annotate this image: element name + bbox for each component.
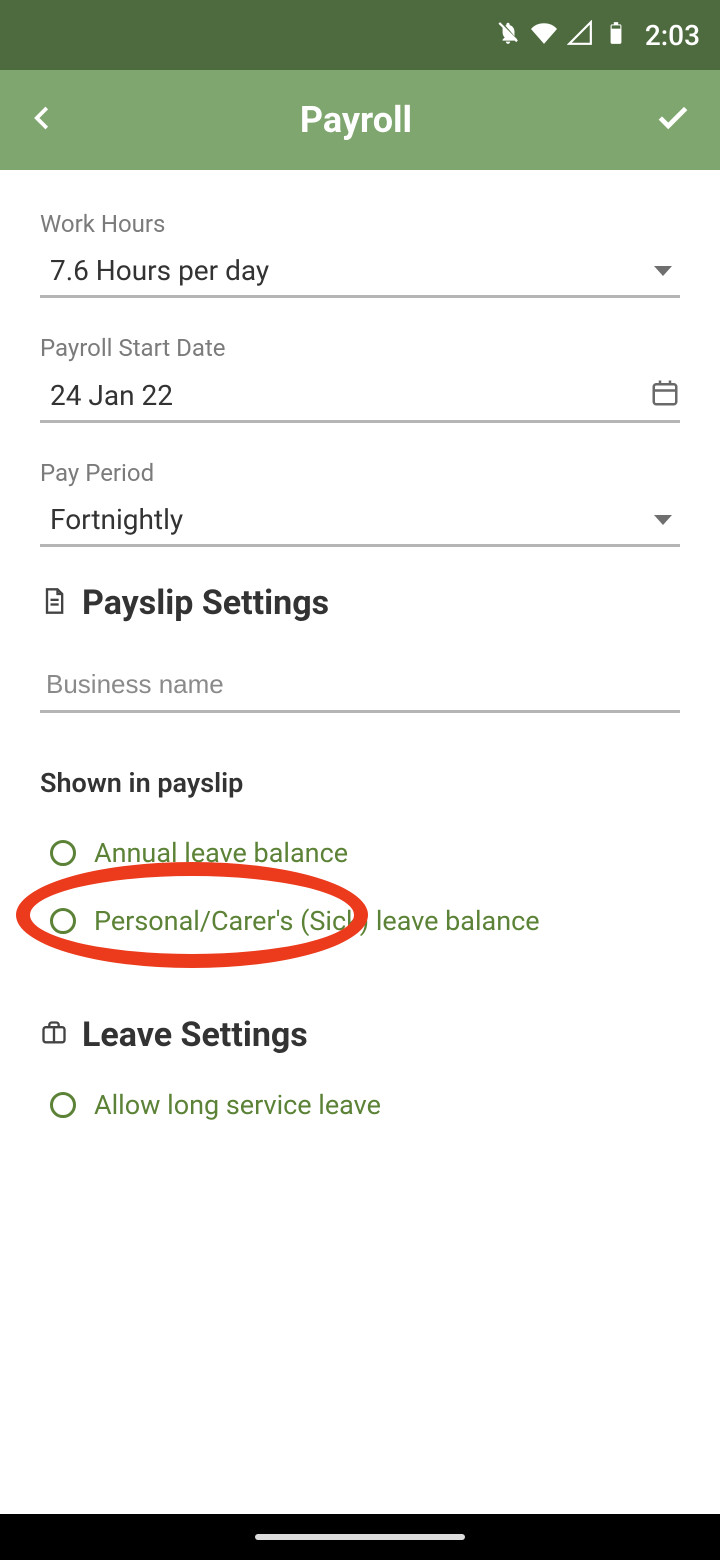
wifi-icon xyxy=(531,20,557,50)
payroll-start-date-value: 24 Jan 22 xyxy=(40,379,650,412)
payslip-settings-title: Payslip Settings xyxy=(82,583,329,623)
payroll-start-date-field: Payroll Start Date 24 Jan 22 xyxy=(40,334,680,423)
signal-icon xyxy=(567,20,593,50)
work-hours-select[interactable]: 7.6 Hours per day xyxy=(40,254,680,298)
battery-icon xyxy=(603,20,629,50)
work-hours-value: 7.6 Hours per day xyxy=(40,254,654,287)
app-bar: Payroll xyxy=(0,70,720,170)
status-bar: 2:03 xyxy=(0,0,720,70)
dropdown-icon xyxy=(654,266,672,276)
pay-period-select[interactable]: Fortnightly xyxy=(40,503,680,547)
annual-leave-balance-label: Annual leave balance xyxy=(94,837,348,869)
business-name-input[interactable] xyxy=(40,653,680,713)
page-title: Payroll xyxy=(58,99,654,141)
briefcase-icon xyxy=(40,1019,68,1051)
long-service-leave-toggle[interactable]: Allow long service leave xyxy=(40,1071,680,1139)
dropdown-icon xyxy=(654,515,672,525)
document-icon xyxy=(40,587,68,619)
shown-in-payslip-label: Shown in payslip xyxy=(40,767,680,799)
payroll-start-date-input[interactable]: 24 Jan 22 xyxy=(40,378,680,423)
radio-unchecked-icon xyxy=(50,840,76,866)
pay-period-label: Pay Period xyxy=(40,459,680,487)
clock-time: 2:03 xyxy=(645,19,700,52)
form-content: Work Hours 7.6 Hours per day Payroll Sta… xyxy=(0,170,720,1139)
leave-settings-section: Leave Settings Allow long service leave xyxy=(40,1015,680,1139)
work-hours-field: Work Hours 7.6 Hours per day xyxy=(40,210,680,298)
sick-leave-balance-label: Personal/Carer's (Sick) leave balance xyxy=(94,905,540,937)
radio-unchecked-icon xyxy=(50,908,76,934)
leave-settings-header: Leave Settings xyxy=(40,1015,680,1055)
leave-settings-title: Leave Settings xyxy=(82,1015,308,1055)
annual-leave-balance-toggle[interactable]: Annual leave balance xyxy=(40,819,680,887)
work-hours-label: Work Hours xyxy=(40,210,680,238)
radio-unchecked-icon xyxy=(50,1092,76,1118)
calendar-icon xyxy=(650,378,680,412)
notifications-off-icon xyxy=(495,20,521,50)
long-service-leave-label: Allow long service leave xyxy=(94,1089,381,1121)
payroll-start-date-label: Payroll Start Date xyxy=(40,334,680,362)
pay-period-value: Fortnightly xyxy=(40,503,654,536)
gesture-pill[interactable] xyxy=(255,1534,465,1540)
sick-leave-balance-toggle[interactable]: Personal/Carer's (Sick) leave balance xyxy=(40,887,680,955)
payslip-settings-header: Payslip Settings xyxy=(40,583,680,623)
back-button[interactable] xyxy=(28,103,58,137)
pay-period-field: Pay Period Fortnightly xyxy=(40,459,680,547)
confirm-button[interactable] xyxy=(654,99,692,141)
system-nav-bar xyxy=(0,1514,720,1560)
